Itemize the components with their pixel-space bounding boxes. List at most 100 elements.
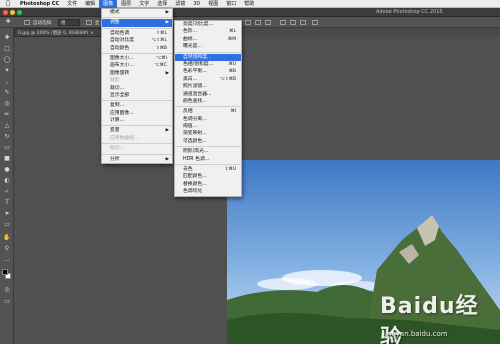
adjust-menu-item[interactable]: 色调分离... [175, 116, 241, 123]
image-menu-item[interactable]: 图像大小... ⌥⌘I [102, 55, 172, 62]
menu-type[interactable]: 文字 [135, 0, 153, 8]
type-tool-icon[interactable]: T [3, 199, 11, 207]
foreground-color-swatch[interactable] [2, 269, 8, 275]
adjust-menu-item-label: 色彩平衡... [183, 69, 207, 75]
image-menu-item[interactable]: 自动色调 ⇧⌘L [102, 30, 172, 37]
adjust-menu-item[interactable]: 色彩平衡... ⌘B [175, 68, 241, 75]
apple-icon[interactable]:  [0, 0, 16, 7]
adjust-menu-item[interactable]: 色阶... ⌘L [175, 28, 241, 35]
adjust-menu-item[interactable]: 阴影/高光... [175, 148, 241, 155]
image-menu-item: 陷印... [102, 145, 172, 152]
distribute-left-icon[interactable] [312, 20, 318, 25]
more-tools-icon[interactable]: … [3, 256, 11, 264]
quick-mask-icon[interactable]: ◎ [3, 286, 11, 294]
auto-select-checkbox[interactable] [24, 20, 30, 25]
menu-help[interactable]: 帮助 [240, 0, 258, 8]
adjust-menu-item-shortcut: ⇧⌘U [224, 167, 236, 173]
document-tab[interactable]: 0.jpg @ 200% (图层 0, RGB/8#) × [14, 28, 104, 37]
lasso-tool-icon[interactable]: ◯ [3, 56, 11, 64]
image-menu-item-label: 裁切... [110, 85, 125, 91]
image-menu-item[interactable]: 裁切... [102, 85, 172, 92]
adjust-menu-item[interactable]: 渐变映射... [175, 130, 241, 137]
adjust-menu-item[interactable]: 去色 ⇧⌘U [175, 166, 241, 173]
menu-3d[interactable]: 3D [189, 0, 204, 8]
distribute-bottom-icon[interactable] [300, 20, 306, 25]
healing-brush-tool-icon[interactable]: ◎ [3, 100, 11, 108]
adjust-menu-item[interactable]: 替换颜色... [175, 181, 241, 188]
adjust-menu-item-label: 曝光度... [183, 44, 202, 50]
image-menu-dropdown: 模式 ▶ 调整 ▶ 自动色调 ⇧⌘L 自动对比度 ⌥⇧⌘L 自动颜色 ⇧⌘B 图像大小... ⌥⌘I 画… [101, 8, 173, 165]
dodge-tool-icon[interactable]: ◐ [3, 177, 11, 185]
image-menu-item[interactable]: 应用图像... [102, 110, 172, 117]
menu-file[interactable]: 文件 [63, 0, 81, 8]
image-menu-item[interactable]: 自动颜色 ⇧⌘B [102, 45, 172, 52]
hand-tool-icon[interactable]: ✋ [3, 234, 11, 242]
menu-image[interactable]: 图像 [99, 0, 118, 8]
adjust-menu-item[interactable]: 反相 ⌘I [175, 108, 241, 115]
distribute-middle-icon[interactable] [290, 20, 296, 25]
adjust-menu-item-shortcut: ⌘B [228, 69, 236, 75]
adjust-menu-item[interactable]: 颜色查找... [175, 98, 241, 105]
app-menu[interactable]: Photoshop CC [16, 1, 63, 7]
menu-layer[interactable]: 图层 [117, 0, 135, 8]
menu-filter[interactable]: 滤镜 [171, 0, 189, 8]
marquee-tool-icon[interactable]: □ [3, 45, 11, 53]
adjust-menu-item-label: 替换颜色... [183, 181, 207, 187]
menu-select[interactable]: 选择 [153, 0, 171, 8]
eraser-tool-icon[interactable]: ▭ [3, 144, 11, 152]
adjust-menu-item[interactable]: 通道混合器... [175, 91, 241, 98]
adjust-menu-item[interactable]: HDR 色调... [175, 156, 241, 163]
pen-tool-icon[interactable]: ✓ [3, 188, 11, 196]
quick-select-tool-icon[interactable]: ✦ [3, 67, 11, 75]
auto-select-dropdown[interactable]: 组 [58, 19, 80, 26]
align-middle-icon[interactable] [255, 20, 261, 25]
adjust-menu-item[interactable]: 色相/饱和度... ⌘U [175, 61, 241, 68]
adjust-menu-item[interactable]: 阈值... [175, 123, 241, 130]
image-menu-item[interactable]: 图像旋转 ▶ [102, 70, 172, 77]
adjust-menu-item-label: 阈值... [183, 124, 198, 130]
history-brush-tool-icon[interactable]: ↻ [3, 133, 11, 141]
show-transform-checkbox[interactable] [86, 20, 92, 25]
adjust-menu-item[interactable]: 曝光度... [175, 43, 241, 50]
zoom-tool-icon[interactable]: ⚲ [3, 245, 11, 253]
adjust-menu-item[interactable]: 色调均化 [175, 188, 241, 195]
shape-tool-icon[interactable]: ▭ [3, 221, 11, 229]
image-menu-item[interactable]: 计算... [102, 117, 172, 124]
align-bottom-icon[interactable] [265, 20, 271, 25]
adjust-menu-item[interactable]: 亮度/对比度... [175, 21, 241, 28]
adjust-menu-item[interactable]: 可选颜色... [175, 138, 241, 145]
path-select-tool-icon[interactable]: ➤ [3, 210, 11, 218]
image-menu-item[interactable]: 模式 ▶ [102, 9, 172, 16]
submenu-arrow-icon: ▶ [165, 156, 169, 162]
clone-stamp-tool-icon[interactable]: △ [3, 122, 11, 130]
adjust-menu-item[interactable]: 匹配颜色... [175, 173, 241, 180]
image-menu-item[interactable]: 自动对比度 ⌥⇧⌘L [102, 37, 172, 44]
gradient-tool-icon[interactable]: ■ [3, 155, 11, 163]
minimize-window-button[interactable] [10, 10, 15, 15]
menu-window[interactable]: 窗口 [222, 0, 240, 8]
zoom-window-button[interactable] [17, 10, 22, 15]
adjust-menu-item[interactable]: 自然饱和度... [175, 53, 241, 61]
adjust-menu-item[interactable]: 黑白... ⌥⇧⌘B [175, 76, 241, 83]
adjust-menu-item[interactable]: 照片滤镜... [175, 83, 241, 90]
image-menu-item[interactable]: 调整 ▶ [102, 19, 172, 27]
adjust-menu-item[interactable]: 曲线... ⌘M [175, 36, 241, 43]
move-tool-icon[interactable]: ✚ [3, 34, 11, 42]
distribute-top-icon[interactable] [280, 20, 286, 25]
crop-tool-icon[interactable]: ⌞ [3, 78, 11, 86]
blur-tool-icon[interactable]: ● [3, 166, 11, 174]
image-menu-item[interactable]: 分析 ▶ [102, 156, 172, 163]
move-tool-preset-icon[interactable]: ✚ [4, 18, 12, 26]
image-menu-item[interactable]: 复制... [102, 102, 172, 109]
image-menu-item[interactable]: 显示全部 [102, 92, 172, 99]
menu-edit[interactable]: 编辑 [81, 0, 99, 8]
image-menu-item-label: 自动对比度 [110, 38, 134, 44]
eyedropper-tool-icon[interactable]: ✎ [3, 89, 11, 97]
screen-mode-icon[interactable]: ▭ [3, 298, 11, 306]
align-top-icon[interactable] [245, 20, 251, 25]
close-window-button[interactable] [3, 10, 8, 15]
brush-tool-icon[interactable]: ✏ [3, 111, 11, 119]
image-menu-item[interactable]: 画布大小... ⌥⌘C [102, 62, 172, 69]
image-menu-item[interactable]: 变量 ▶ [102, 127, 172, 134]
menu-view[interactable]: 视图 [204, 0, 222, 8]
